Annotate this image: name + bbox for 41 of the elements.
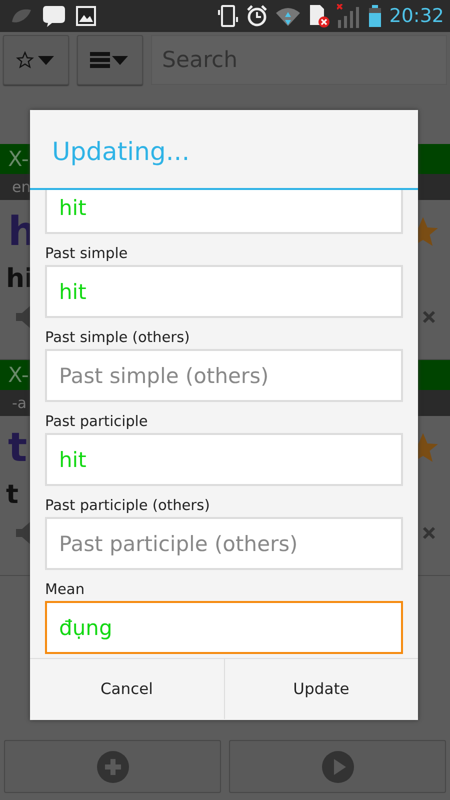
entry-subtitle: en <box>12 178 31 196</box>
wifi-icon <box>275 6 302 26</box>
battery-icon <box>368 4 382 28</box>
field-label: Past participle (others) <box>45 497 211 516</box>
play-circle-icon <box>322 750 354 782</box>
input-field[interactable]: hit <box>45 265 403 318</box>
play-button[interactable] <box>229 740 446 793</box>
entry-tag: X- <box>8 147 29 171</box>
sim-card-error-icon <box>308 4 330 28</box>
field-label: Past participle <box>45 413 149 432</box>
entry-meaning: t <box>5 479 18 512</box>
chat-bubble-icon <box>42 5 66 27</box>
input-field[interactable]: Past simple (others) <box>45 349 403 402</box>
entry-tag: X- <box>8 363 29 387</box>
caret-icon <box>38 56 54 64</box>
input-field[interactable]: đụng <box>45 601 403 654</box>
image-icon <box>76 6 96 26</box>
entry-subtitle: -a <box>12 394 27 412</box>
list-icon <box>90 52 110 68</box>
add-button[interactable] <box>4 740 221 793</box>
plus-circle-icon <box>96 750 128 782</box>
update-button[interactable]: Update <box>224 659 418 719</box>
leaf-icon <box>10 8 32 24</box>
field-label: Past simple (others) <box>45 329 191 348</box>
favorites-dropdown[interactable] <box>3 35 69 85</box>
input-field[interactable]: hit <box>45 433 403 486</box>
clock-time: 20:32 <box>389 5 444 27</box>
vibrate-phone-icon <box>217 5 240 27</box>
dialog-title: Updating... <box>52 136 190 166</box>
alarm-clock-icon <box>246 5 268 27</box>
list-dropdown[interactable] <box>77 35 143 85</box>
field-label: Past simple <box>45 245 129 264</box>
input-field[interactable]: Past participle (others) <box>45 517 403 570</box>
field-label: Mean <box>45 581 86 600</box>
signal-icon <box>337 4 362 28</box>
close-icon[interactable] <box>422 526 436 540</box>
input-field[interactable]: hit <box>45 190 403 234</box>
caret-icon <box>112 56 128 64</box>
close-icon[interactable] <box>422 310 436 324</box>
star-icon <box>16 51 34 69</box>
entry-word: t <box>8 425 28 471</box>
